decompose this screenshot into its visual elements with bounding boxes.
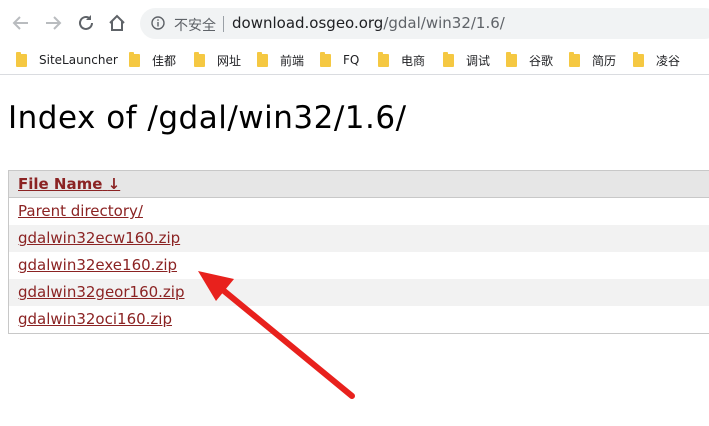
home-icon[interactable] (106, 12, 128, 34)
table-row: Parent directory/ (9, 198, 709, 225)
file-name-header-label: File Name (18, 175, 103, 193)
file-link[interactable]: gdalwin32oci160.zip (18, 310, 172, 328)
folder-icon (257, 51, 268, 67)
url-host: download.osgeo.org (232, 14, 384, 32)
reload-icon[interactable] (75, 12, 97, 34)
bookmark-label: 简历 (592, 53, 617, 68)
table-row: gdalwin32exe160.zip (9, 252, 709, 279)
folder-icon (378, 51, 389, 67)
bookmark-fq[interactable]: FQ (320, 51, 359, 69)
table-row: gdalwin32geor160.zip (9, 279, 709, 306)
bookmark-label: 调试 (466, 53, 491, 68)
page-title: Index of /gdal/win32/1.6/ (8, 100, 407, 136)
bookmark-label: 前端 (280, 53, 305, 68)
bookmark-linggu[interactable]: 凌谷 (633, 51, 680, 69)
folder-icon (320, 51, 331, 67)
back-arrow-icon[interactable] (10, 12, 32, 34)
table-header: File Name ↓ (9, 171, 709, 198)
bookmark-dianshang[interactable]: 电商 (378, 51, 425, 69)
bookmark-label: 凌谷 (656, 53, 681, 68)
address-bar[interactable]: 不安全 download.osgeo.org/gdal/win32/1.6/ (140, 8, 709, 39)
folder-icon (633, 51, 644, 67)
folder-icon (194, 51, 205, 67)
folder-icon (129, 51, 140, 67)
security-label: 不安全 (174, 18, 216, 34)
bookmark-label: 佳都 (152, 53, 177, 68)
table-row: gdalwin32ecw160.zip (9, 225, 709, 252)
bookmark-label: 网址 (217, 53, 242, 68)
bookmark-label: FQ (343, 53, 360, 67)
url-divider (223, 16, 224, 32)
bookmark-guge[interactable]: 谷歌 (506, 51, 553, 69)
file-link[interactable]: gdalwin32geor160.zip (18, 283, 185, 301)
forward-arrow-icon[interactable] (42, 12, 64, 34)
bookmarks-bar: SiteLauncher 佳都 网址 前端 FQ 电商 调试 谷歌 简历 凌谷 (0, 44, 709, 75)
bookmark-label: 电商 (401, 53, 426, 68)
bookmark-label: SiteLauncher (39, 53, 118, 67)
sort-arrow-icon: ↓ (107, 175, 121, 193)
folder-icon (16, 51, 27, 67)
folder-icon (443, 51, 454, 67)
bookmark-jiadu[interactable]: 佳都 (129, 51, 176, 69)
file-listing-table: File Name ↓ Parent directory/ gdalwin32e… (8, 170, 709, 334)
bookmark-label: 谷歌 (529, 53, 554, 68)
file-link[interactable]: gdalwin32exe160.zip (18, 256, 177, 274)
browser-toolbar: 不安全 download.osgeo.org/gdal/win32/1.6/ (0, 0, 709, 44)
file-name-sort-link[interactable]: File Name ↓ (18, 175, 120, 193)
bookmark-sitelauncher[interactable]: SiteLauncher (16, 51, 118, 69)
bookmark-qianduan[interactable]: 前端 (257, 51, 304, 69)
url-path: /gdal/win32/1.6/ (383, 14, 505, 32)
folder-icon (569, 51, 580, 67)
info-icon[interactable] (151, 16, 165, 30)
bookmark-wangzhi[interactable]: 网址 (194, 51, 241, 69)
bookmark-jianli[interactable]: 简历 (569, 51, 616, 69)
parent-directory-link[interactable]: Parent directory/ (18, 202, 143, 220)
folder-icon (506, 51, 517, 67)
table-row: gdalwin32oci160.zip (9, 306, 709, 333)
bookmark-tiaoshi[interactable]: 调试 (443, 51, 490, 69)
file-link[interactable]: gdalwin32ecw160.zip (18, 229, 180, 247)
url-text[interactable]: download.osgeo.org/gdal/win32/1.6/ (232, 14, 505, 32)
